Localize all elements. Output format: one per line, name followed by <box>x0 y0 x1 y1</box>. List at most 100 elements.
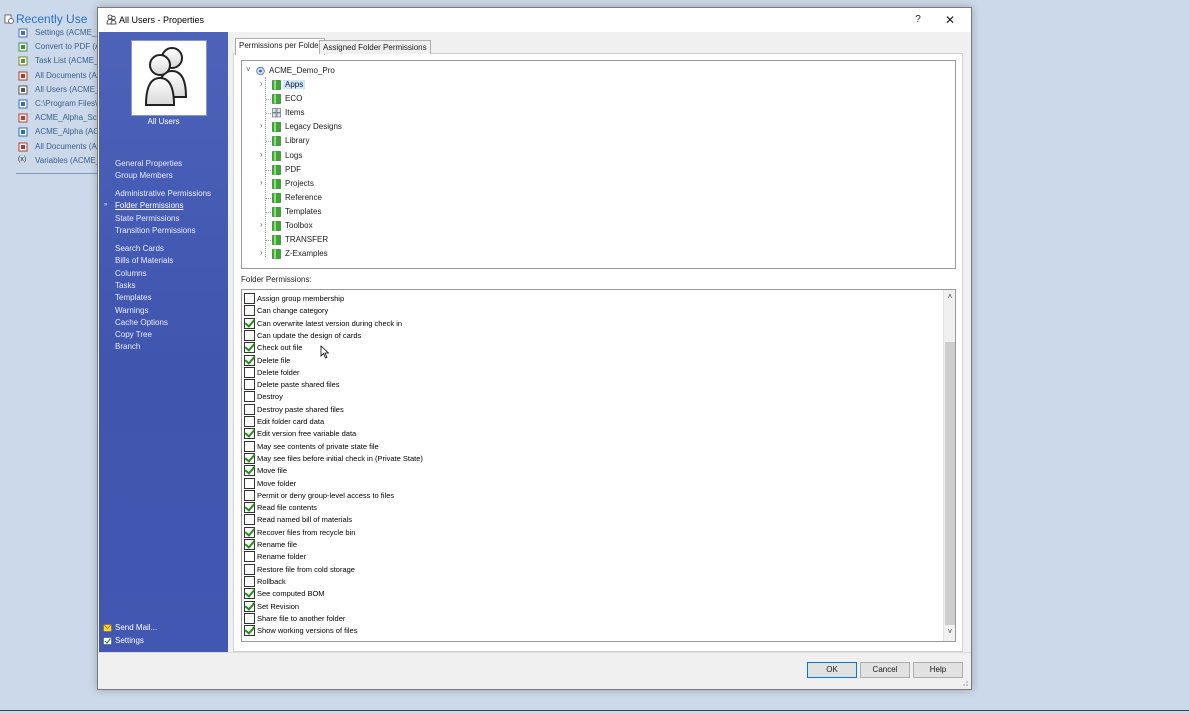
scroll-down-icon[interactable]: ˅ <box>944 627 955 637</box>
tree-item-label: Templates <box>285 206 322 216</box>
nav-item-copy-tree[interactable]: Copy Tree <box>115 330 152 339</box>
chevron-right-icon[interactable]: › <box>260 79 268 88</box>
recent-item[interactable]: (x) Variables (ACME_ <box>4 155 100 168</box>
permission-checkbox[interactable] <box>244 354 255 366</box>
chevron-right-icon[interactable]: › <box>260 220 268 229</box>
permission-checkbox[interactable] <box>244 514 255 526</box>
task-list-icon <box>18 56 28 66</box>
scrollbar-thumb[interactable] <box>945 342 955 625</box>
checkbox-red-icon <box>18 113 28 123</box>
help-button[interactable]: Help <box>913 662 963 678</box>
send-mail-link[interactable]: Send Mail... <box>103 623 157 632</box>
recent-item[interactable]: Settings (ACME_D <box>4 27 100 40</box>
nav-item-bills-of-materials[interactable]: Bills of Materials <box>115 256 173 265</box>
recent-item[interactable]: C:\Program Files\ <box>4 98 100 111</box>
permission-label: Can update the design of cards <box>257 330 362 340</box>
close-button[interactable]: ✕ <box>942 12 958 28</box>
permission-checkbox[interactable] <box>244 379 255 391</box>
permission-label: Set Revision <box>257 601 300 611</box>
folder-icon <box>272 136 281 147</box>
permission-checkbox[interactable] <box>244 612 255 624</box>
permission-checkbox[interactable] <box>244 489 255 501</box>
permission-checkbox[interactable] <box>244 477 255 489</box>
recent-item[interactable]: Task List (ACME_ <box>4 55 100 68</box>
recent-item[interactable]: All Users (ACME_ <box>4 84 100 97</box>
permission-checkbox[interactable] <box>244 305 255 317</box>
nav-item-search-cards[interactable]: Search Cards <box>115 244 164 253</box>
recent-item[interactable]: ACME_Alpha (AC <box>4 126 100 139</box>
folder-permissions-list[interactable]: Assign group membership Can change catego… <box>241 289 956 642</box>
avatar-caption: All Users <box>147 117 180 126</box>
recent-item-label: ACME_Alpha_Sch <box>35 113 100 123</box>
permission-checkbox[interactable] <box>244 502 255 514</box>
tree-item-label: Logs <box>285 150 303 160</box>
permission-checkbox[interactable] <box>244 452 255 464</box>
nav-item-transition-permissions[interactable]: Transition Permissions <box>115 226 196 235</box>
recent-item[interactable]: All Documents (AC <box>4 70 100 83</box>
folder-permissions-label: Folder Permissions: <box>241 275 312 284</box>
nav-item-folder-permissions[interactable]: Folder Permissions <box>115 201 183 210</box>
recent-item-label: Task List (ACME_ <box>35 56 99 66</box>
nav-item-columns[interactable]: Columns <box>115 269 147 278</box>
permission-checkbox[interactable] <box>244 551 255 563</box>
recent-item[interactable]: All Documents (AC <box>4 141 100 154</box>
permission-checkbox[interactable] <box>244 539 255 550</box>
recent-item-label: ACME_Alpha (AC <box>35 127 100 137</box>
nav-item-templates[interactable]: Templates <box>115 293 151 302</box>
recent-item[interactable]: Convert to PDF (A <box>4 41 100 54</box>
permission-label: Permit or deny group-level access to fil… <box>257 490 395 500</box>
permission-checkbox[interactable] <box>244 588 255 600</box>
permission-checkbox[interactable] <box>244 329 255 341</box>
settings-link[interactable]: Settings <box>103 636 144 645</box>
permission-checkbox[interactable] <box>244 465 255 477</box>
tab-permissions-per-folder[interactable]: Permissions per Folder <box>235 38 326 55</box>
permission-checkbox[interactable] <box>244 416 255 427</box>
tree-connector <box>266 141 271 143</box>
tab-assigned-folder-permissions[interactable]: Assigned Folder Permissions <box>319 40 431 54</box>
permission-checkbox[interactable] <box>244 625 255 637</box>
permission-checkbox[interactable] <box>244 575 255 587</box>
nav-item-group-members[interactable]: Group Members <box>115 171 173 180</box>
permission-checkbox[interactable] <box>244 428 255 440</box>
nav-item-general-properties[interactable]: General Properties <box>115 159 182 168</box>
permission-checkbox[interactable] <box>244 366 255 378</box>
chevron-right-icon[interactable]: › <box>260 121 268 130</box>
folder-tree[interactable]: ˅ ACME_Demo_Pro › Apps ECO Items › Legacy Des… <box>241 60 956 269</box>
nav-item-administrative-permissions[interactable]: Administrative Permissions <box>115 189 211 198</box>
chevron-right-icon[interactable]: › <box>260 178 268 187</box>
permission-checkbox[interactable] <box>244 600 255 612</box>
permission-checkbox[interactable] <box>244 440 255 452</box>
nav-item-cache-options[interactable]: Cache Options <box>115 318 168 327</box>
nav-item-tasks[interactable]: Tasks <box>115 281 135 290</box>
recent-item[interactable]: ACME_Alpha_Sch <box>4 112 100 125</box>
chevron-down-icon[interactable]: ˅ <box>246 65 254 74</box>
permission-checkbox[interactable] <box>244 563 255 575</box>
folder-icon <box>272 122 281 133</box>
chevron-right-icon[interactable]: › <box>260 248 268 257</box>
permission-label: Destroy paste shared files <box>257 404 344 414</box>
settings-check-icon <box>103 637 112 645</box>
folder-icon <box>272 207 281 217</box>
permission-checkbox[interactable] <box>244 526 255 538</box>
settings-label: Settings <box>115 636 144 645</box>
nav-item-warnings[interactable]: Warnings <box>115 306 149 315</box>
permission-checkbox[interactable] <box>244 342 255 354</box>
scroll-up-icon[interactable]: ˄ <box>944 292 955 302</box>
tree-item-label: Apps <box>283 80 306 89</box>
resize-grip-icon[interactable] <box>959 677 969 687</box>
help-title-button[interactable]: ? <box>910 12 926 28</box>
permission-checkbox[interactable] <box>244 391 255 403</box>
vault-root-icon <box>256 66 265 76</box>
permissions-scrollbar[interactable]: ˄ ˅ <box>943 290 955 641</box>
permission-checkbox[interactable] <box>244 317 255 329</box>
permission-label: Delete folder <box>257 367 300 377</box>
permission-checkbox[interactable] <box>244 403 255 415</box>
permission-checkbox[interactable] <box>244 293 255 304</box>
nav-item-branch[interactable]: Branch <box>115 342 140 351</box>
cancel-button[interactable]: Cancel <box>860 662 910 678</box>
chevron-right-icon[interactable]: › <box>260 150 268 159</box>
ok-button[interactable]: OK <box>807 662 857 678</box>
folder-icon <box>272 80 281 90</box>
permission-label: Show working versions of files <box>257 626 358 636</box>
nav-item-state-permissions[interactable]: State Permissions <box>115 214 179 223</box>
